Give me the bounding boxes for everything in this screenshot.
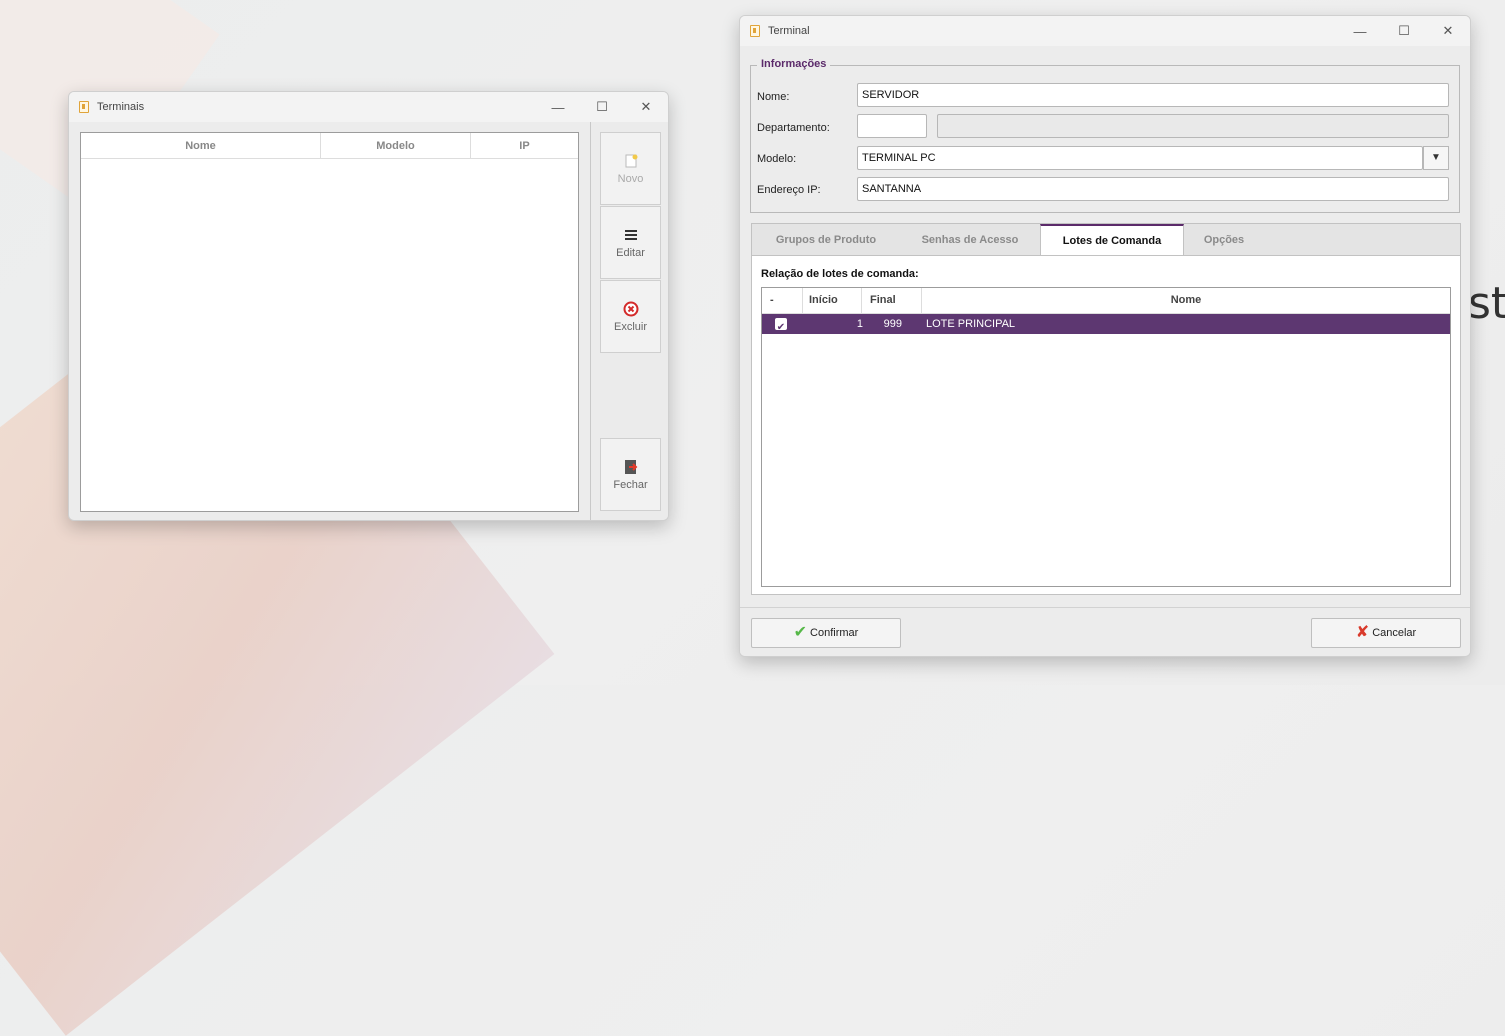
close-icon[interactable]: ✕ bbox=[1426, 23, 1470, 39]
ip-label: Endereço IP: bbox=[757, 184, 821, 196]
terminal-window: Terminal — ☐ ✕ Informações Nome: SERVIDO… bbox=[739, 15, 1471, 657]
tab-opcoes[interactable]: Opções bbox=[1184, 224, 1264, 256]
desktop-partial-text: st bbox=[1468, 278, 1505, 329]
window-title: Terminal bbox=[768, 25, 810, 37]
editar-button[interactable]: Editar bbox=[600, 206, 661, 279]
ip-field[interactable]: SANTANNA bbox=[857, 177, 1449, 201]
departamento-label: Departamento: bbox=[757, 122, 830, 134]
lotes-tab-pane: Relação de lotes de comanda: - Início Fi… bbox=[751, 255, 1461, 595]
x-mark-icon: ✘ bbox=[1355, 624, 1370, 642]
list-icon bbox=[623, 227, 639, 243]
new-document-icon bbox=[623, 153, 639, 169]
dialog-footer: ✔ Confirmar ✘ Cancelar bbox=[740, 607, 1470, 656]
chevron-down-icon[interactable]: ▼ bbox=[1423, 146, 1449, 170]
column-header-inicio[interactable]: Início bbox=[803, 288, 862, 313]
window-title: Terminais bbox=[97, 101, 145, 113]
column-header-nome[interactable]: Nome bbox=[81, 133, 321, 158]
excluir-button[interactable]: Excluir bbox=[600, 280, 661, 353]
pane-title: Relação de lotes de comanda: bbox=[761, 268, 919, 280]
editar-label: Editar bbox=[616, 247, 645, 259]
app-icon bbox=[79, 101, 89, 113]
list-header: Nome Modelo IP bbox=[81, 133, 578, 159]
terminais-titlebar[interactable]: Terminais — ☐ ✕ bbox=[69, 92, 668, 122]
nome-field[interactable]: SERVIDOR bbox=[857, 83, 1449, 107]
terminals-list[interactable]: Nome Modelo IP bbox=[80, 132, 579, 512]
terminal-titlebar[interactable]: Terminal — ☐ ✕ bbox=[740, 16, 1470, 46]
informacoes-group: Informações Nome: SERVIDOR Departamento:… bbox=[750, 58, 1460, 213]
tab-lotes-de-comanda[interactable]: Lotes de Comanda bbox=[1040, 224, 1184, 256]
modelo-label: Modelo: bbox=[757, 153, 797, 165]
action-panel: Novo Editar Excluir Fechar bbox=[590, 122, 668, 520]
delete-circle-icon bbox=[623, 301, 639, 317]
modelo-select[interactable]: TERMINAL PC bbox=[857, 146, 1423, 170]
departamento-name-field bbox=[937, 114, 1449, 138]
column-header-check[interactable]: - bbox=[762, 288, 803, 313]
minimize-icon[interactable]: — bbox=[1338, 24, 1382, 39]
row-final: 999 bbox=[883, 318, 902, 330]
confirmar-button[interactable]: ✔ Confirmar bbox=[751, 618, 901, 648]
column-header-modelo[interactable]: Modelo bbox=[321, 133, 471, 158]
row-inicio: 1 bbox=[856, 318, 863, 330]
column-header-nome[interactable]: Nome bbox=[922, 288, 1450, 313]
app-icon bbox=[750, 25, 760, 37]
minimize-icon[interactable]: — bbox=[536, 100, 580, 115]
close-icon[interactable]: ✕ bbox=[624, 99, 668, 115]
confirmar-label: Confirmar bbox=[810, 627, 859, 639]
fechar-label: Fechar bbox=[613, 479, 648, 491]
novo-button[interactable]: Novo bbox=[600, 132, 661, 205]
tab-bar: Grupos de Produto Senhas de Acesso Lotes… bbox=[751, 223, 1461, 256]
lotes-grid[interactable]: - Início Final Nome 1 999 LOTE PRINCIPAL bbox=[761, 287, 1451, 587]
row-checkbox[interactable] bbox=[775, 318, 787, 330]
excluir-label: Excluir bbox=[613, 321, 647, 333]
table-row[interactable]: 1 999 LOTE PRINCIPAL bbox=[762, 314, 1450, 334]
cancelar-label: Cancelar bbox=[1372, 627, 1417, 639]
column-header-ip[interactable]: IP bbox=[471, 133, 578, 158]
terminais-window: Terminais — ☐ ✕ Nome Modelo IP Novo Edit… bbox=[68, 91, 669, 521]
fechar-button[interactable]: Fechar bbox=[600, 438, 661, 511]
departamento-code-field[interactable] bbox=[857, 114, 927, 138]
novo-label: Novo bbox=[617, 173, 644, 185]
group-title: Informações bbox=[757, 58, 831, 70]
maximize-icon[interactable]: ☐ bbox=[580, 99, 624, 115]
cancelar-button[interactable]: ✘ Cancelar bbox=[1311, 618, 1461, 648]
tab-senhas-de-acesso[interactable]: Senhas de Acesso bbox=[900, 224, 1040, 256]
checkmark-icon: ✔ bbox=[793, 624, 808, 642]
maximize-icon[interactable]: ☐ bbox=[1382, 23, 1426, 39]
tab-grupos-de-produto[interactable]: Grupos de Produto bbox=[752, 224, 900, 256]
row-nome: LOTE PRINCIPAL bbox=[926, 318, 1016, 330]
nome-label: Nome: bbox=[757, 91, 790, 103]
exit-door-icon bbox=[623, 459, 639, 475]
column-header-final[interactable]: Final bbox=[862, 288, 922, 313]
